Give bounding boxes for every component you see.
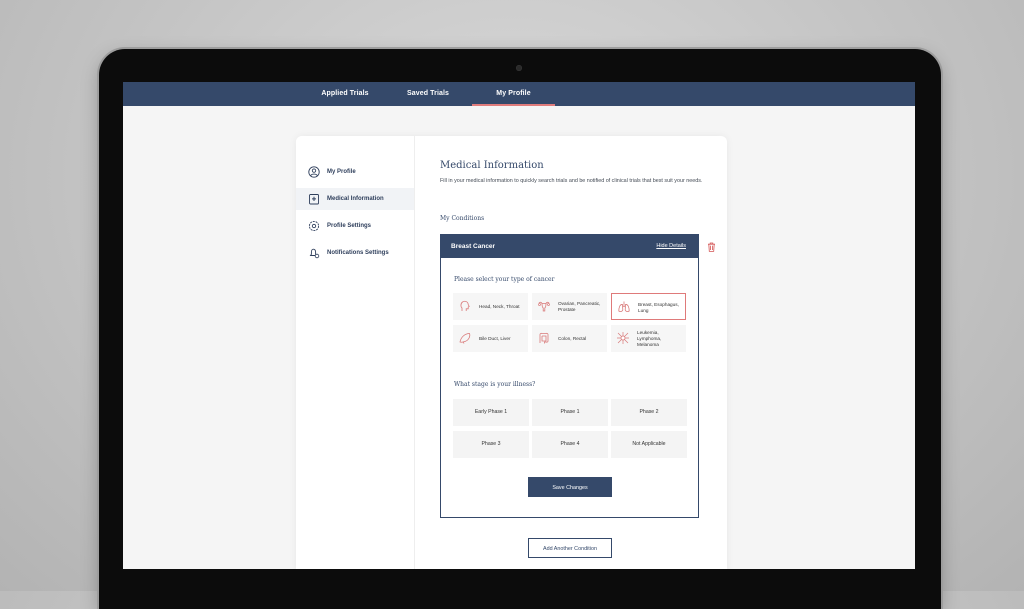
cancer-option-label: Colon, Rectal: [558, 335, 587, 341]
sidebar-item-label: Notifications Settings: [327, 250, 389, 256]
cancer-option-breast-esophagus-lung[interactable]: Breast, Esophagus, Lung: [611, 293, 686, 320]
sidebar-item-label: My Profile: [327, 169, 356, 175]
sidebar-item-label: Profile Settings: [327, 223, 372, 229]
delete-condition-icon[interactable]: [707, 242, 716, 252]
stage-option-phase-2[interactable]: Phase 2: [611, 399, 687, 426]
sidebar-item-label: Medical Information: [327, 196, 384, 202]
hide-details-link[interactable]: Hide Details: [656, 235, 686, 258]
cancer-option-label: Leukemia, Lymphoma, Melanoma: [637, 329, 662, 347]
cancer-option-leukemia-lymphoma-melanoma[interactable]: Leukemia, Lymphoma, Melanoma: [611, 325, 686, 352]
medical-badge-icon: [309, 194, 319, 205]
head-icon: [460, 300, 470, 311]
cancer-option-label: Head, Neck, Throat: [479, 303, 520, 309]
add-another-condition-button[interactable]: Add Another Condition: [528, 538, 612, 558]
cancer-option-colon-rectal[interactable]: Colon, Rectal: [532, 325, 607, 352]
app-screen: Applied Trials Saved Trials My Profile M…: [123, 82, 915, 569]
conditions-heading: My Conditions: [440, 215, 485, 222]
sidebar: My Profile Medical Information Profile S…: [296, 136, 415, 569]
sidebar-item-profile-settings[interactable]: Profile Settings: [296, 215, 414, 237]
cancer-option-bile-duct-liver[interactable]: Bile Duct, Liver: [453, 325, 528, 352]
cancer-option-label: Bile Duct, Liver: [479, 335, 511, 341]
stage-option-early-phase-1[interactable]: Early Phase 1: [453, 399, 529, 426]
cancer-option-head-neck-throat[interactable]: Head, Neck, Throat: [453, 293, 528, 320]
bell-gear-icon: [309, 248, 320, 259]
sidebar-item-notifications-settings[interactable]: Notifications Settings: [296, 242, 414, 264]
gear-icon: [308, 220, 320, 232]
cancer-option-ovarian-pancreatic-prostate[interactable]: Ovarian, Pancreatic, Prostate: [532, 293, 607, 320]
page-title: Medical Information: [440, 160, 544, 171]
stage-option-phase-1[interactable]: Phase 1: [532, 399, 608, 426]
webcam: [516, 65, 522, 71]
stage-option-phase-4[interactable]: Phase 4: [532, 431, 608, 458]
laptop-frame: Applied Trials Saved Trials My Profile M…: [99, 49, 941, 609]
page-description: Fill in your medical information to quic…: [440, 178, 703, 184]
main-content: Medical Information Fill in your medical…: [414, 136, 727, 569]
stage-question: What stage is your illness?: [454, 381, 536, 388]
condition-card: Breast Cancer Hide Details Please select…: [440, 234, 699, 518]
stage-option-phase-3[interactable]: Phase 3: [453, 431, 529, 458]
stage-option-not-applicable[interactable]: Not Applicable: [611, 431, 687, 458]
colon-icon: [539, 332, 549, 344]
tab-my-profile[interactable]: My Profile: [472, 82, 555, 106]
liver-icon: [459, 333, 471, 344]
top-navigation: Applied Trials Saved Trials My Profile: [123, 82, 915, 106]
uterus-icon: [538, 301, 550, 312]
sidebar-item-medical-information[interactable]: Medical Information: [296, 188, 414, 210]
condition-card-header: Breast Cancer Hide Details: [441, 235, 698, 258]
lungs-icon: [618, 301, 630, 312]
profile-panel: My Profile Medical Information Profile S…: [296, 136, 727, 569]
cancer-option-label: Ovarian, Pancreatic, Prostate: [558, 300, 601, 312]
cell-icon: [617, 332, 629, 344]
tab-applied-trials[interactable]: Applied Trials: [313, 82, 377, 106]
sidebar-item-my-profile[interactable]: My Profile: [296, 161, 414, 183]
user-circle-icon: [308, 166, 320, 178]
save-changes-button[interactable]: Save Changes: [528, 477, 612, 497]
cancer-type-question: Please select your type of cancer: [454, 276, 555, 283]
cancer-option-label: Breast, Esophagus, Lung: [638, 301, 679, 313]
tab-saved-trials[interactable]: Saved Trials: [399, 82, 457, 106]
condition-name: Breast Cancer: [451, 243, 496, 250]
